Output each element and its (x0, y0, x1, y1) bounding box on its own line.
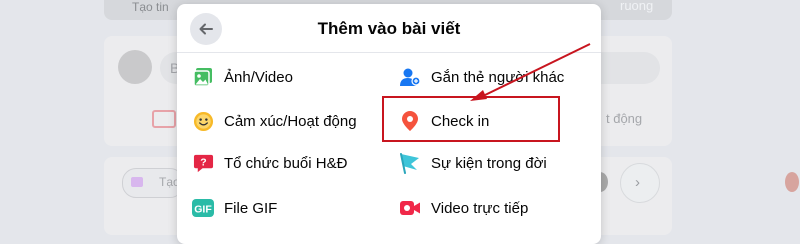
annotation-arrow (470, 43, 591, 101)
